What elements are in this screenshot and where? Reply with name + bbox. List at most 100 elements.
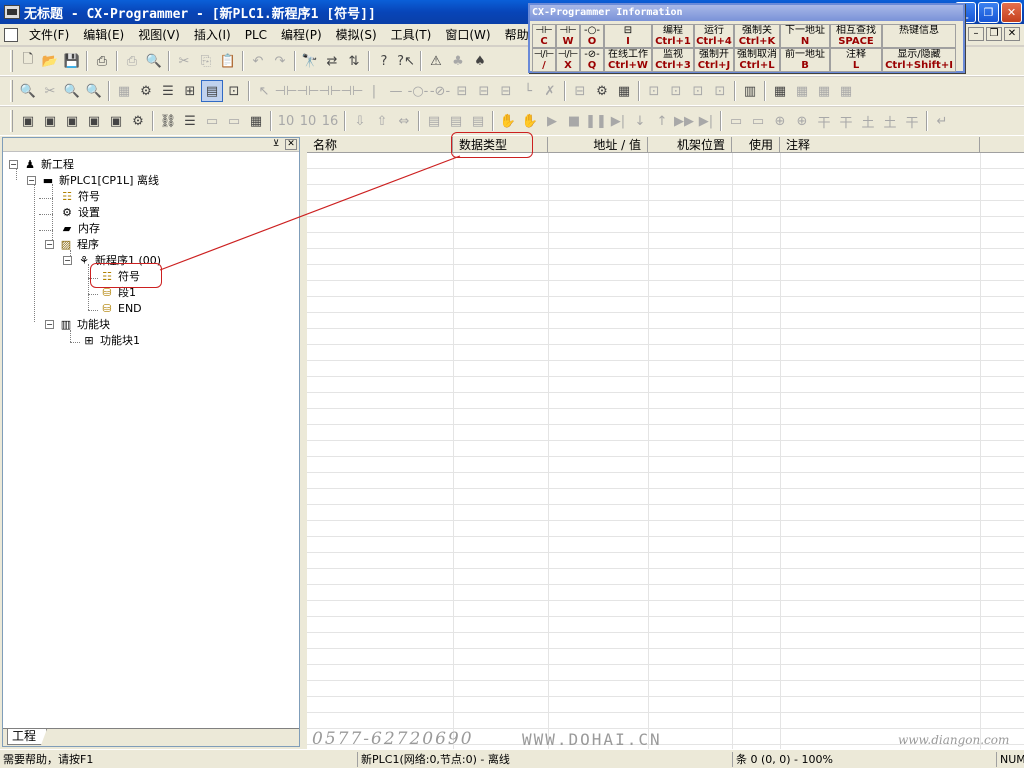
tree-item-programs[interactable]: − ▨ 程序 (45, 236, 99, 252)
menu-view[interactable]: 视图(V) (131, 26, 187, 43)
hotkey-cell[interactable]: 编程 Ctrl+1 (652, 24, 694, 48)
step-out-icon[interactable]: ↑ (651, 110, 673, 132)
restore-button[interactable]: ❐ (978, 2, 999, 23)
page2-icon[interactable]: ▭ (223, 110, 245, 132)
column-comment[interactable]: 注释 (780, 137, 980, 153)
column-usage[interactable]: 使用 (732, 137, 780, 153)
grid-icon[interactable]: ▦ (113, 80, 135, 102)
table2-icon[interactable]: ▦ (813, 80, 835, 102)
hotkey-cell[interactable]: 显示/隐藏 Ctrl+Shift+I (882, 48, 956, 72)
dock-icon[interactable]: ⊻ (271, 139, 281, 150)
paste-icon[interactable]: 📋 (217, 50, 239, 72)
warning-icon[interactable]: ⚠ (425, 50, 447, 72)
properties-icon[interactable]: ⚙ (127, 110, 149, 132)
hotkey-cell[interactable]: -○- O (580, 24, 604, 48)
upload-icon[interactable]: ⇧ (371, 110, 393, 132)
watch-window-icon[interactable]: ▣ (61, 110, 83, 132)
stop-icon[interactable]: ■ (563, 110, 585, 132)
debug-icon[interactable]: ✋ (497, 110, 519, 132)
close-button[interactable]: ✕ (1001, 2, 1022, 23)
column-name[interactable]: 名称 (307, 137, 453, 153)
output-window-icon[interactable]: ▣ (39, 110, 61, 132)
hex-icon[interactable]: 10 (275, 110, 297, 132)
doc-minimize-icon[interactable]: – (968, 27, 984, 41)
context-help-icon[interactable]: ?↖ (395, 50, 417, 72)
compile-all-icon[interactable]: ⚙ (591, 80, 613, 102)
replace-icon[interactable]: ⇄ (321, 50, 343, 72)
undo-icon[interactable]: ↶ (247, 50, 269, 72)
tree-item-memory[interactable]: ▰ 内存 (59, 220, 100, 236)
menu-insert[interactable]: 插入(I) (187, 26, 238, 43)
coil-icon[interactable]: -○- (407, 80, 429, 102)
symbol-table[interactable]: 名称 数据类型 地址 / 值 机架位置 使用 注释 (307, 137, 1024, 749)
tree-item-end[interactable]: ⛁ END (99, 300, 141, 316)
tab-project[interactable]: 工程 (7, 729, 48, 745)
step-icon[interactable]: ▶| (607, 110, 629, 132)
tree-item-plc[interactable]: − ▬ 新PLC1[CP1L] 离线 (27, 172, 159, 188)
document-icon[interactable] (4, 27, 18, 42)
collapse-icon[interactable]: − (45, 239, 54, 249)
ladder9-icon[interactable]: 干 (901, 110, 923, 132)
erase-icon[interactable]: ✗ (539, 80, 561, 102)
corner-icon[interactable]: └ (517, 80, 539, 102)
contact-no-icon[interactable]: ⊣⊢ (275, 80, 298, 102)
cmp2-icon[interactable]: ⊡ (665, 80, 687, 102)
hotkey-cell[interactable]: 在线工作 Ctrl+W (604, 48, 652, 72)
preview-icon[interactable]: 🔍 (143, 50, 165, 72)
column-address-value[interactable]: 地址 / 值 (548, 137, 648, 153)
cmp3-icon[interactable]: ⊡ (687, 80, 709, 102)
symbol-link-icon[interactable]: ⛓ (157, 110, 179, 132)
menu-window[interactable]: 窗口(W) (438, 26, 497, 43)
doc-close-icon[interactable]: ✕ (1004, 27, 1020, 41)
page-icon[interactable]: ▭ (201, 110, 223, 132)
help-icon[interactable]: ? (373, 50, 395, 72)
hotkey-cell[interactable]: 热键信息 (882, 24, 956, 48)
contact-or-icon[interactable]: ⊣⊢ (319, 80, 342, 102)
save-icon[interactable]: 💾 (61, 50, 83, 72)
new-file-icon[interactable]: 🗋 (17, 50, 39, 72)
hotkey-cell[interactable]: ⊣/⊢ / (532, 48, 556, 72)
run-icon[interactable]: ▶ (541, 110, 563, 132)
hotkey-info-window[interactable]: CX-Programmer Information ⊣⊢ C ⊣⊢ W -○- O ⊟ I 编程… (528, 3, 965, 73)
menu-program[interactable]: 编程(P) (274, 26, 329, 43)
copy-icon[interactable]: ⎘ (195, 50, 217, 72)
zoom-out-icon[interactable]: 🔍 (83, 80, 105, 102)
toolbar-grip[interactable] (10, 50, 13, 72)
contact-ornot-icon[interactable]: ⊣⊢ (341, 80, 364, 102)
forced-icon[interactable]: ▤ (467, 110, 489, 132)
hotkey-cell[interactable]: 运行 Ctrl+4 (694, 24, 734, 48)
menu-edit[interactable]: 编辑(E) (76, 26, 131, 43)
horizontal-line-icon[interactable]: — (385, 80, 407, 102)
monitor-icon[interactable]: ⚙ (135, 80, 157, 102)
menu-simulation[interactable]: 模拟(S) (329, 26, 384, 43)
cross-reference-icon[interactable]: ⇅ (343, 50, 365, 72)
collapse-icon[interactable]: − (63, 255, 72, 265)
hotkey-cell[interactable]: ⊣⊢ W (556, 24, 580, 48)
memory-view-icon[interactable]: ▥ (739, 80, 761, 102)
ladder4-icon[interactable]: ⊕ (791, 110, 813, 132)
data-trace-icon[interactable]: ▦ (769, 80, 791, 102)
find-icon[interactable]: 🔭 (299, 50, 321, 72)
open-folder-icon[interactable]: 📂 (39, 50, 61, 72)
compile-icon[interactable]: ⊟ (569, 80, 591, 102)
hotkey-cell[interactable]: 注释 L (830, 48, 882, 72)
tree-item-symbols[interactable]: ☷ 符号 (59, 188, 100, 204)
pause-icon[interactable]: ❚❚ (585, 110, 607, 132)
block-icon[interactable]: ⊟ (473, 80, 495, 102)
radix-icon[interactable]: 16 (319, 110, 341, 132)
address-ref-icon[interactable]: ▣ (83, 110, 105, 132)
window-icon[interactable]: ⊞ (179, 80, 201, 102)
hotkey-cell[interactable]: 监视 Ctrl+3 (652, 48, 694, 72)
io-table-icon[interactable]: ⊡ (223, 80, 245, 102)
sim-debug-icon[interactable]: ♠ (469, 50, 491, 72)
step-end-icon[interactable]: ▶| (695, 110, 717, 132)
ladder3-icon[interactable]: ⊕ (769, 110, 791, 132)
ladder1-icon[interactable]: ▭ (725, 110, 747, 132)
menu-tools[interactable]: 工具(T) (384, 26, 439, 43)
hotkey-cell[interactable]: -⊘- Q (580, 48, 604, 72)
symbol-icon[interactable]: ☰ (179, 110, 201, 132)
sim-icon[interactable]: ♣ (447, 50, 469, 72)
doc-restore-icon[interactable]: ❐ (986, 27, 1002, 41)
hotkey-cell[interactable]: ⊟ I (604, 24, 652, 48)
grid-view-icon[interactable]: ▦ (245, 110, 267, 132)
